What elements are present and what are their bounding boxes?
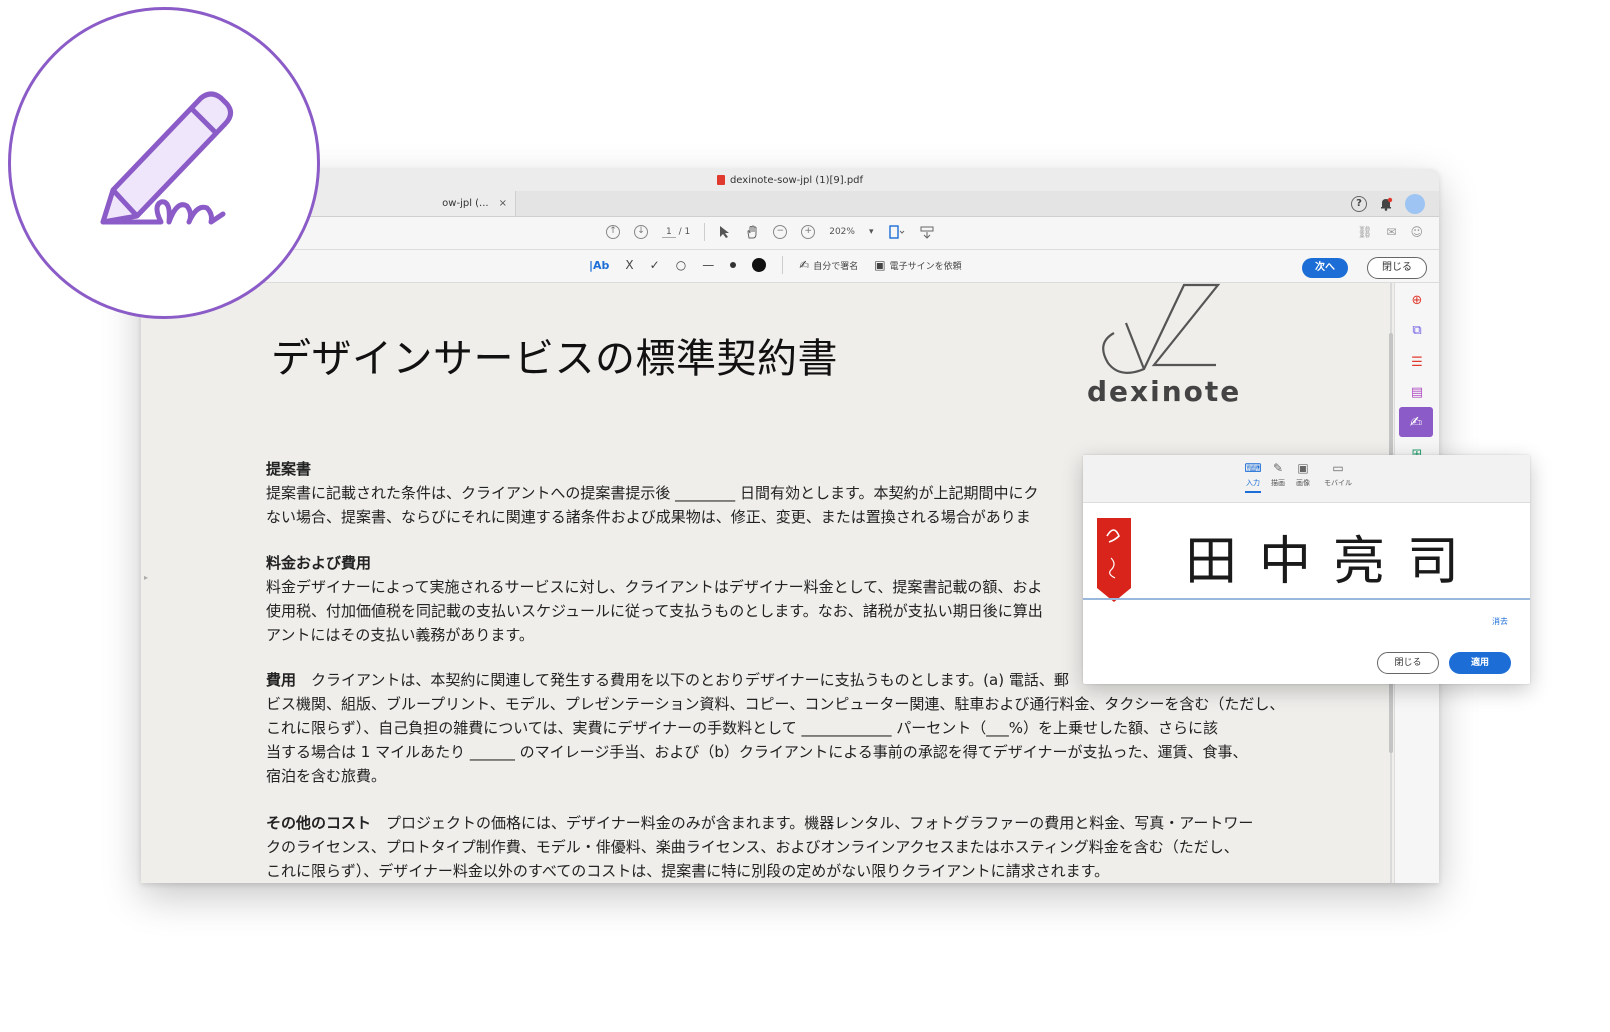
- zoom-out-icon[interactable]: −: [773, 225, 788, 239]
- tab-close-icon[interactable]: ×: [499, 198, 507, 209]
- title-bar: dexinote-sow-jpl (1)[9].pdf: [141, 169, 1439, 192]
- tab-image-label: 画像: [1296, 479, 1310, 487]
- inline-heading: その他のコスト: [266, 814, 372, 832]
- combine-files-icon[interactable]: ⧉: [1407, 321, 1427, 341]
- page-down-icon[interactable]: ↓: [634, 225, 648, 239]
- page-total: / 1: [678, 227, 691, 237]
- add-text-tool[interactable]: |Ab: [589, 259, 609, 272]
- pdf-file-icon: [716, 175, 725, 185]
- sign-pen-icon: [100, 91, 233, 225]
- page-up-icon[interactable]: ↑: [606, 225, 620, 239]
- navigation-toolbar: ↑ ↓ 1 / 1 − + 202% ▾ ⛓ ✉ ☺: [141, 217, 1439, 250]
- fit-page-icon[interactable]: [888, 225, 906, 239]
- mobile-icon: ▭: [1332, 461, 1344, 475]
- share-user-icon[interactable]: ☺: [1410, 225, 1423, 239]
- tab-draw-label: 描画: [1271, 479, 1285, 487]
- document-title: デザインサービスの標準契約書: [271, 336, 838, 382]
- next-button[interactable]: 次へ: [1302, 258, 1348, 278]
- paragraph-line: 宿泊を含む旅費。: [266, 767, 387, 785]
- window-title: dexinote-sow-jpl (1)[9].pdf: [729, 174, 864, 186]
- inline-heading: 費用: [266, 671, 297, 689]
- ellipse-tool[interactable]: ○: [676, 258, 686, 272]
- notification-bell-icon[interactable]: [1379, 197, 1393, 211]
- tab-document[interactable]: ow-jpl (... ×: [311, 191, 516, 216]
- sign-toolbar: |Ab X ✓ ○ — ✍ 自分で署名 ▣ 電子サインを依頼 次へ 閉じる: [141, 250, 1439, 283]
- tab-bar: ow-jpl (... × ?: [141, 191, 1439, 217]
- help-icon[interactable]: ?: [1351, 196, 1367, 212]
- paragraph-line: 当する場合は 1 マイルあたり ______ のマイレージ手当、および（b）クラ…: [266, 743, 1248, 761]
- request-esign-label: 電子サインを依頼: [889, 261, 962, 272]
- tab-label: ow-jpl (...: [442, 198, 489, 209]
- hand-tool-icon[interactable]: [745, 225, 759, 239]
- fill-sign-icon[interactable]: ✍: [1399, 407, 1433, 437]
- section-other-costs: その他のコスト プロジェクトの価格には、デザイナー料金のみが含まれます。機器レン…: [266, 811, 1266, 883]
- paragraph-line: クのライセンス、プロトタイプ制作費、モデル・俳優料、楽曲ライセンス、およびオンラ…: [266, 838, 1239, 856]
- line-tool[interactable]: —: [702, 258, 714, 272]
- close-button[interactable]: 閉じる: [1367, 257, 1427, 279]
- scroll-mode-icon[interactable]: [920, 225, 934, 239]
- mail-icon[interactable]: ✉: [1386, 225, 1396, 239]
- toolbar-divider: [704, 223, 706, 241]
- request-esign-button[interactable]: ▣ 電子サインを依頼: [874, 258, 961, 272]
- logo-wordmark: dexinote: [1087, 375, 1242, 408]
- tab-mobile-label: モバイル: [1324, 479, 1352, 487]
- signature-baseline: [1083, 598, 1530, 600]
- page-current-input[interactable]: 1: [662, 227, 676, 238]
- clear-signature-link[interactable]: 消去: [1492, 616, 1508, 627]
- paragraph-line: ビス機関、組版、ブループリント、モデル、プレゼンテーション資料、コピー、コンピュ…: [266, 695, 1285, 713]
- select-cursor-icon[interactable]: [719, 225, 731, 239]
- signature-apply-button[interactable]: 適用: [1449, 652, 1511, 674]
- left-panel-toggle-icon[interactable]: ▸: [144, 573, 148, 582]
- tab-mobile[interactable]: ▭ モバイル: [1319, 461, 1357, 488]
- paragraph-text: クライアントは、本契約に関連して発生する費用を以下のとおりデザイナーに支払うもの…: [311, 671, 1069, 689]
- self-sign-button[interactable]: ✍ 自分で署名: [799, 258, 858, 272]
- check-mark-tool[interactable]: ✓: [650, 258, 660, 272]
- toolbar-divider: [782, 256, 784, 274]
- page-indicator: 1 / 1: [662, 227, 691, 238]
- account-icons: ?: [1351, 194, 1425, 214]
- promo-badge: [8, 7, 320, 319]
- request-sign-icon: ▣: [874, 258, 886, 272]
- export-pdf-icon[interactable]: ⊕: [1407, 291, 1427, 311]
- share-tools: ⛓ ✉ ☺: [1357, 225, 1423, 239]
- paragraph-text: プロジェクトの価格には、デザイナー料金のみが含まれます。機器レンタル、フォトグラ…: [386, 814, 1254, 832]
- small-dot-tool[interactable]: [730, 262, 737, 268]
- image-icon: ▣: [1297, 461, 1309, 475]
- paragraph-line: その他のコスト プロジェクトの価格には、デザイナー料金のみが含まれます。機器レン…: [266, 811, 1266, 835]
- edit-pdf-icon[interactable]: ▤: [1407, 383, 1427, 403]
- tab-image[interactable]: ▣ 画像: [1288, 461, 1318, 488]
- signature-dialog: ⌨ 入力 ✎ 描画 ▣ 画像 ▭ モバイル 田中亮司 消去 閉じる 適用: [1083, 455, 1530, 684]
- zoom-level[interactable]: 202%: [829, 227, 855, 237]
- cross-mark-tool[interactable]: X: [625, 258, 633, 272]
- tab-type-label: 入力: [1246, 479, 1260, 487]
- link-icon[interactable]: ⛓: [1357, 225, 1372, 239]
- user-avatar[interactable]: [1405, 194, 1425, 214]
- zoom-dropdown-chevron-icon[interactable]: ▾: [869, 227, 874, 237]
- self-sign-label: 自分で署名: [813, 261, 859, 272]
- zoom-in-icon[interactable]: +: [801, 225, 816, 239]
- acrobat-sign-bookmark-icon: [1097, 518, 1131, 602]
- signature-preview[interactable]: 田中亮司: [1185, 519, 1481, 594]
- paragraph-line: これに限らず）、自己負担の雑費については、実費にデザイナーの手数料として ___…: [266, 719, 1218, 737]
- paragraph-line: これに限らず）、デザイナー料金以外のすべてのコストは、提案書に特に別段の定めがな…: [266, 862, 1110, 880]
- signature-close-button[interactable]: 閉じる: [1377, 652, 1439, 674]
- organize-pages-icon[interactable]: ☰: [1407, 353, 1427, 373]
- section-expenses: 費用 クライアントは、本契約に関連して発生する費用を以下のとおりデザイナーに支払…: [266, 668, 1285, 788]
- large-dot-tool[interactable]: [752, 258, 767, 272]
- sign-pen-small-icon: ✍: [799, 258, 810, 272]
